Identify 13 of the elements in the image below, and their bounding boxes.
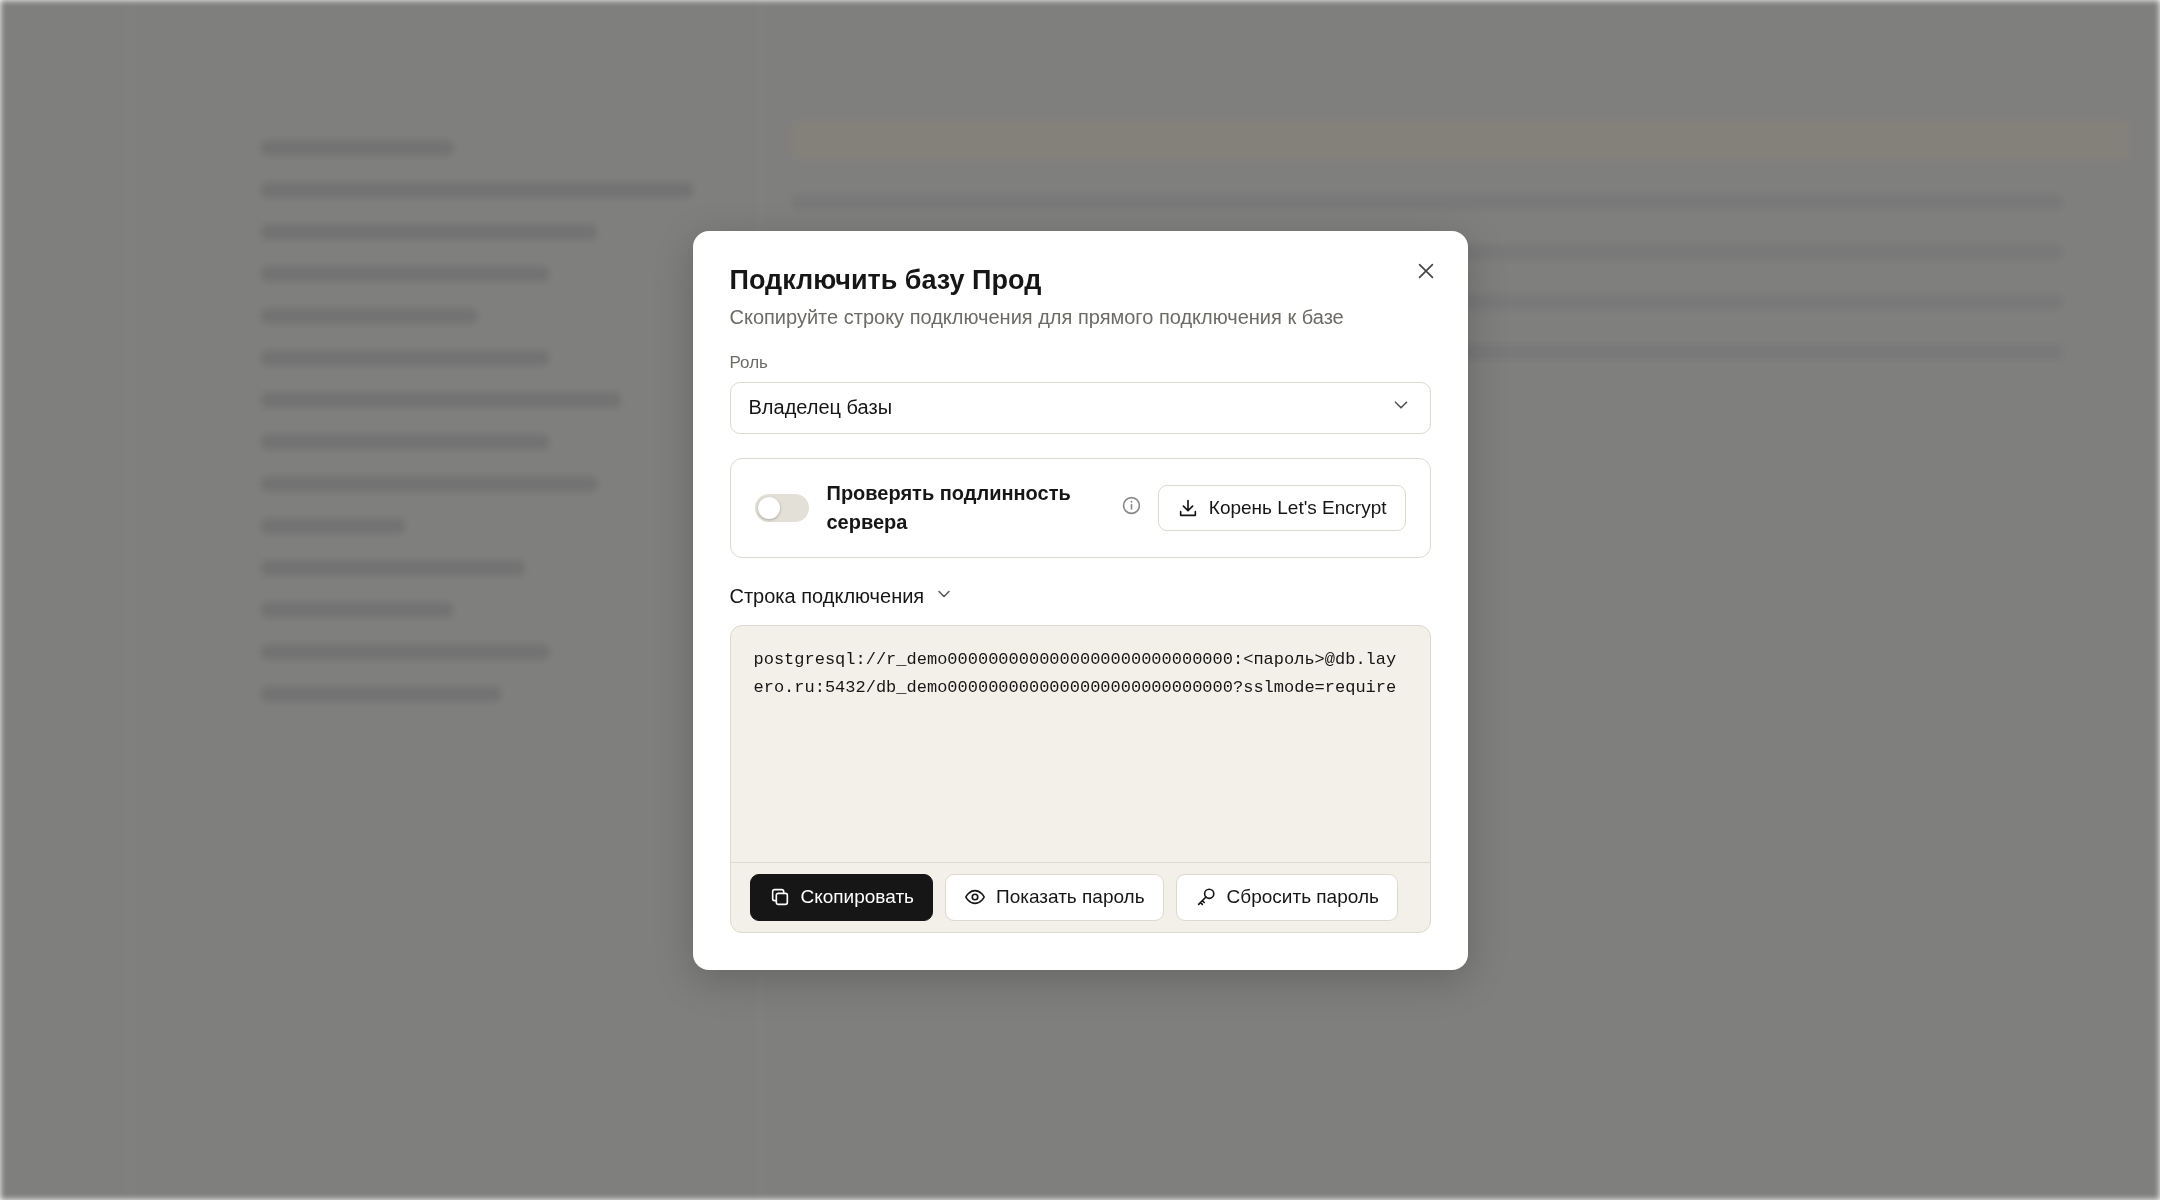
verify-toggle[interactable]: [754, 493, 809, 522]
copy-button[interactable]: Скопировать: [749, 873, 933, 921]
info-icon: [1120, 495, 1142, 516]
connection-string: postgresql://r_demo0000000000000000000000000000:<пароль>@db.layero.ru:5432/db_demo0000000000000000000000000000?sslmode=require: [752, 648, 1398, 699]
role-label: Роль: [729, 352, 769, 373]
verify-label: Проверять подлинность сервера: [826, 480, 1072, 535]
reset-button[interactable]: Сбросить пароль: [1175, 873, 1398, 921]
download-button[interactable]: Корень Let's Encrypt: [1157, 484, 1406, 531]
dialog-title: Подключить базу Прод: [729, 264, 1042, 296]
role-dropdown[interactable]: Владелец базы: [729, 381, 1431, 434]
reveal-button[interactable]: Показать пароль: [945, 873, 1164, 921]
connection-string-toggle[interactable]: Строка подключения: [729, 583, 955, 609]
dialog-subtitle: Скопируйте строку подключения для прямого подключения к базе: [729, 305, 1345, 329]
